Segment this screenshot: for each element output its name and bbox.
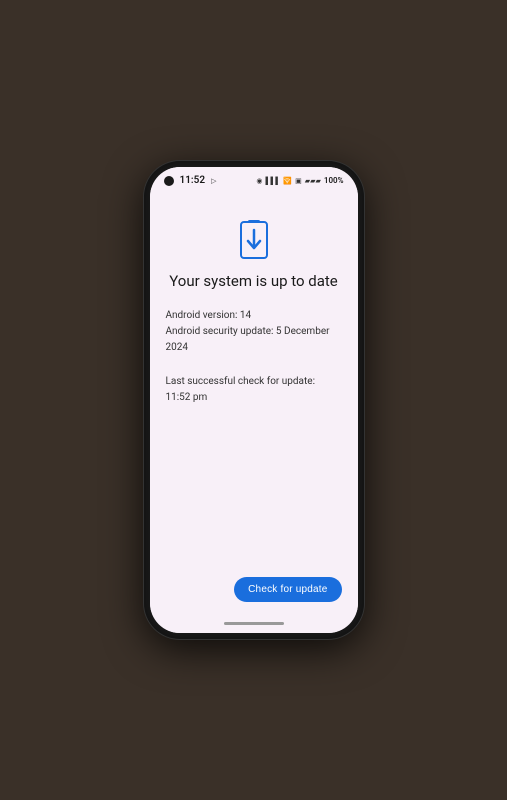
update-icon-wrapper [166,220,342,260]
sim-icon: ▣ [295,177,302,185]
media-icon: ▷ [211,177,216,185]
bottom-section: Check for update [166,577,342,602]
status-time: 11:52 [180,175,206,186]
status-bar: 11:52 ▷ ◉ ▌▌▌ 🛜 ▣ ▰▰▰ 100% [150,167,358,190]
home-indicator [224,622,284,625]
security-update-label: Android security update: 5 December 2024 [166,324,342,356]
phone-screen: 11:52 ▷ ◉ ▌▌▌ 🛜 ▣ ▰▰▰ 100% [150,167,358,633]
last-check-title: Last successful check for update: [166,374,342,390]
last-check-time: 11:52 pm [166,390,342,406]
status-right: ◉ ▌▌▌ 🛜 ▣ ▰▰▰ 100% [256,176,343,185]
phone-wrapper: 11:52 ▷ ◉ ▌▌▌ 🛜 ▣ ▰▰▰ 100% [139,155,369,645]
android-version-label: Android version: 14 [166,308,342,324]
check-update-button[interactable]: Check for update [234,577,341,602]
nfc-icon: ◉ [256,177,262,185]
content-area: Your system is up to date Android versio… [150,190,358,616]
camera-dot [164,176,174,186]
main-title: Your system is up to date [166,272,342,292]
nav-bar [150,616,358,633]
battery-icon: ▰▰▰ [305,177,321,185]
info-section: Android version: 14 Android security upd… [166,308,342,356]
phone-outer: 11:52 ▷ ◉ ▌▌▌ 🛜 ▣ ▰▰▰ 100% [144,161,364,639]
last-check-section: Last successful check for update: 11:52 … [166,374,342,406]
signal-bars-icon: ▌▌▌ [265,177,280,185]
system-update-icon [238,220,270,260]
status-left: 11:52 ▷ [164,175,217,186]
battery-percent: 100% [324,176,344,185]
wifi-icon: 🛜 [283,177,292,185]
spacer [166,406,342,578]
